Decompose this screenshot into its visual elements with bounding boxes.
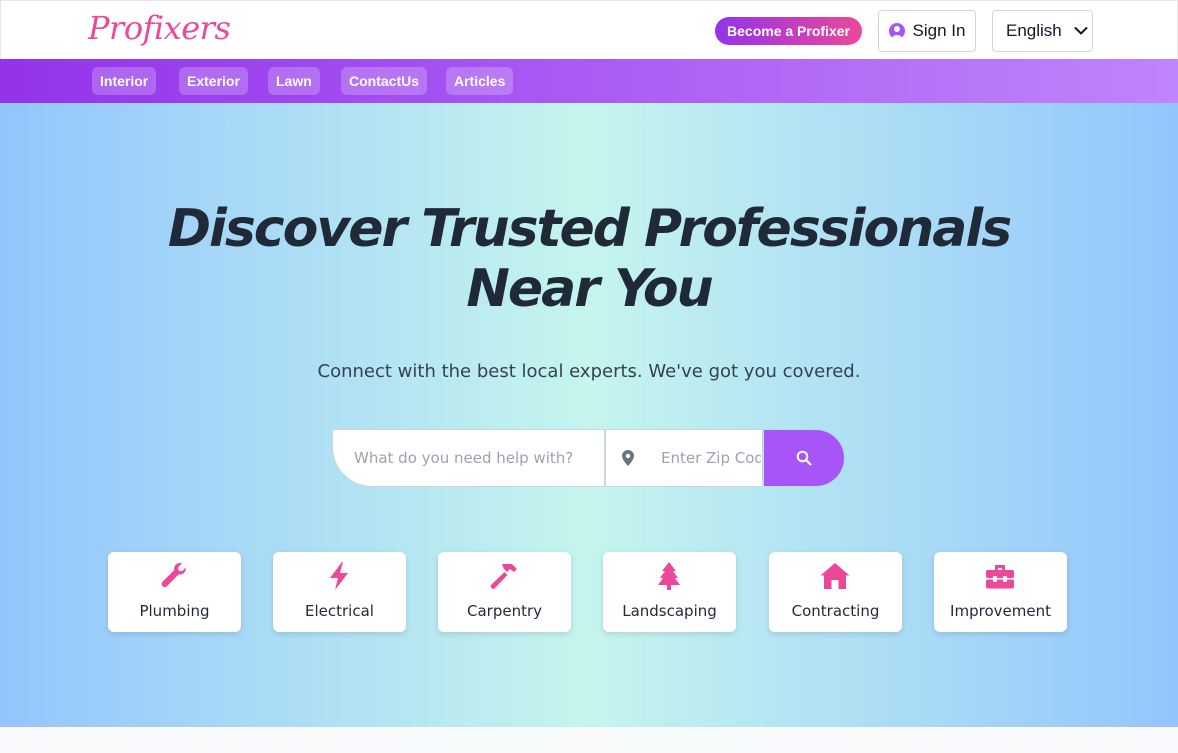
hero-section: Discover Trusted Professionals Near You … (0, 103, 1178, 727)
become-profixer-button[interactable]: Become a Profixer (715, 17, 862, 45)
category-card-electrical[interactable]: Electrical (273, 552, 406, 632)
user-circle-icon (888, 23, 905, 39)
hero-title-line1: Discover Trusted Professionals (167, 199, 1012, 259)
hero-subtitle: Connect with the best local experts. We'… (317, 361, 861, 382)
house-icon (820, 563, 850, 589)
site-header: Profixers Become a Profixer Sign In Engl… (0, 0, 1178, 59)
category-card-landscaping[interactable]: Landscaping (603, 552, 736, 632)
category-label: Plumbing (139, 602, 210, 620)
map-pin-icon (622, 450, 634, 466)
tree-icon (658, 562, 680, 590)
sign-in-label: Sign In (912, 21, 966, 40)
nav-item-articles[interactable]: Articles (446, 67, 514, 95)
search-icon (796, 450, 812, 466)
category-card-contracting[interactable]: Contracting (769, 552, 902, 632)
zip-code-input[interactable] (661, 430, 761, 486)
page-footer-strip (0, 727, 1178, 753)
zip-field (605, 429, 763, 487)
nav-item-exterior[interactable]: Exterior (179, 67, 248, 95)
category-label: Improvement (950, 602, 1051, 620)
language-select[interactable]: English (992, 10, 1093, 52)
category-label: Electrical (305, 602, 374, 620)
hero-title-line2: Near You (466, 259, 713, 319)
hero-title: Discover Trusted Professionals Near You (0, 199, 1178, 319)
search-button[interactable] (764, 430, 844, 486)
category-label: Contracting (791, 602, 880, 620)
hammer-icon (490, 564, 517, 589)
service-search-input[interactable] (332, 429, 605, 487)
category-label: Landscaping (622, 602, 717, 620)
toolbox-icon (986, 565, 1014, 589)
bolt-icon (330, 562, 348, 590)
nav-item-lawn[interactable]: Lawn (268, 67, 320, 95)
category-card-carpentry[interactable]: Carpentry (438, 552, 571, 632)
chevron-down-icon (1074, 27, 1088, 35)
category-card-plumbing[interactable]: Plumbing (108, 552, 241, 632)
nav-item-interior[interactable]: Interior (92, 67, 157, 95)
language-value: English (1006, 21, 1062, 40)
category-label: Carpentry (466, 602, 542, 620)
category-nav: Interior Exterior Lawn ContactUs Article… (0, 59, 1178, 103)
nav-item-contactus[interactable]: ContactUs (341, 67, 428, 95)
category-card-improvement[interactable]: Improvement (934, 552, 1067, 632)
wrench-icon (161, 563, 186, 588)
sign-in-button[interactable]: Sign In (878, 10, 976, 52)
logo[interactable]: Profixers (88, 9, 231, 47)
